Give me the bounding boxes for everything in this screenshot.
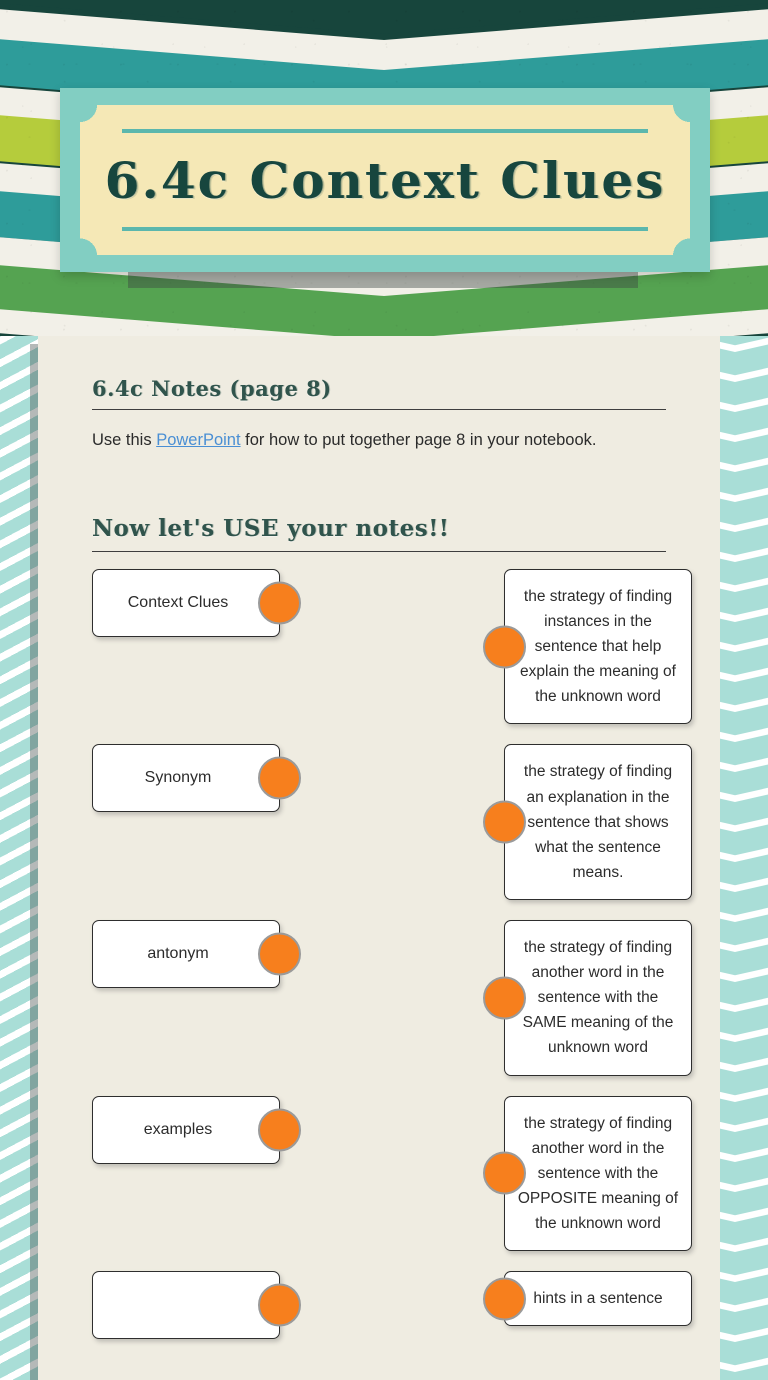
worksheet-page: 6.4c Context Clues 6.4c Notes (page 8) U… [0,0,768,1380]
term-card[interactable]: examples [92,1095,301,1164]
matching-activity-grid: Context Clues the strategy of finding ins… [38,568,720,1340]
title-banner-inner: 6.4c Context Clues [80,105,690,255]
match-row: hints in a sentence [92,1271,692,1340]
definition-connector-dot[interactable] [483,976,526,1020]
notes-text-after: for how to put together page 8 in your n… [240,431,597,449]
use-notes-divider-wrap [38,550,720,552]
definition-label: the strategy of finding another word in … [522,939,674,1057]
definition-connector-dot[interactable] [483,625,526,669]
notes-instruction-text: Use this PowerPoint for how to put toget… [92,429,666,453]
content-panel: 6.4c Notes (page 8) Use this PowerPoint … [38,336,720,1380]
definition-card[interactable]: the strategy of finding another word in … [483,920,692,1076]
term-connector-dot[interactable] [258,1283,301,1327]
definition-card[interactable]: the strategy of finding instances in the… [483,568,692,725]
match-row: antonym the strategy of finding another w… [92,920,692,1076]
banner-rule-top [122,129,648,133]
notes-divider [92,409,666,410]
definition-connector-dot[interactable] [483,1277,526,1321]
notes-text-before: Use this [92,431,157,449]
term-card[interactable]: antonym [92,920,301,989]
use-notes-section-title: Now let's USE your notes!! [92,514,450,542]
term-card[interactable]: Synonym [92,744,301,813]
match-row: examples the strategy of finding another … [92,1095,692,1252]
powerpoint-link[interactable]: PowerPoint [156,431,240,449]
term-label: Synonym [144,769,212,787]
page-title: 6.4c Context Clues [104,150,666,210]
definition-label: the strategy of finding another word in … [517,1114,679,1232]
definition-label: the strategy of finding instances in the… [520,587,676,706]
term-label: antonym [147,945,209,963]
definition-connector-dot[interactable] [483,800,526,844]
match-row: Context Clues the strategy of finding ins… [92,568,692,725]
banner-rule-bottom [122,227,648,231]
notes-section-title: 6.4c Notes (page 8) [92,376,332,401]
term-connector-dot[interactable] [258,932,301,976]
term-connector-dot[interactable] [258,581,301,625]
term-card[interactable] [92,1271,301,1340]
term-card[interactable]: Context Clues [92,568,301,637]
definition-card[interactable]: the strategy of finding an explanation i… [483,744,692,901]
definition-label: hints in a sentence [533,1290,663,1308]
term-label: examples [143,1120,213,1138]
term-connector-dot[interactable] [258,756,301,800]
title-banner: 6.4c Context Clues [60,88,710,272]
use-notes-divider [92,550,666,552]
definition-label: the strategy of finding an explanation i… [523,763,673,881]
term-label: Context Clues [127,593,229,611]
definition-card[interactable]: hints in a sentence [483,1271,692,1327]
notes-section: 6.4c Notes (page 8) Use this PowerPoint … [38,336,720,542]
match-row: Synonym the strategy of finding an explan… [92,744,692,901]
definition-card[interactable]: the strategy of finding another word in … [483,1095,692,1252]
definition-connector-dot[interactable] [483,1151,526,1195]
term-connector-dot[interactable] [258,1108,301,1152]
